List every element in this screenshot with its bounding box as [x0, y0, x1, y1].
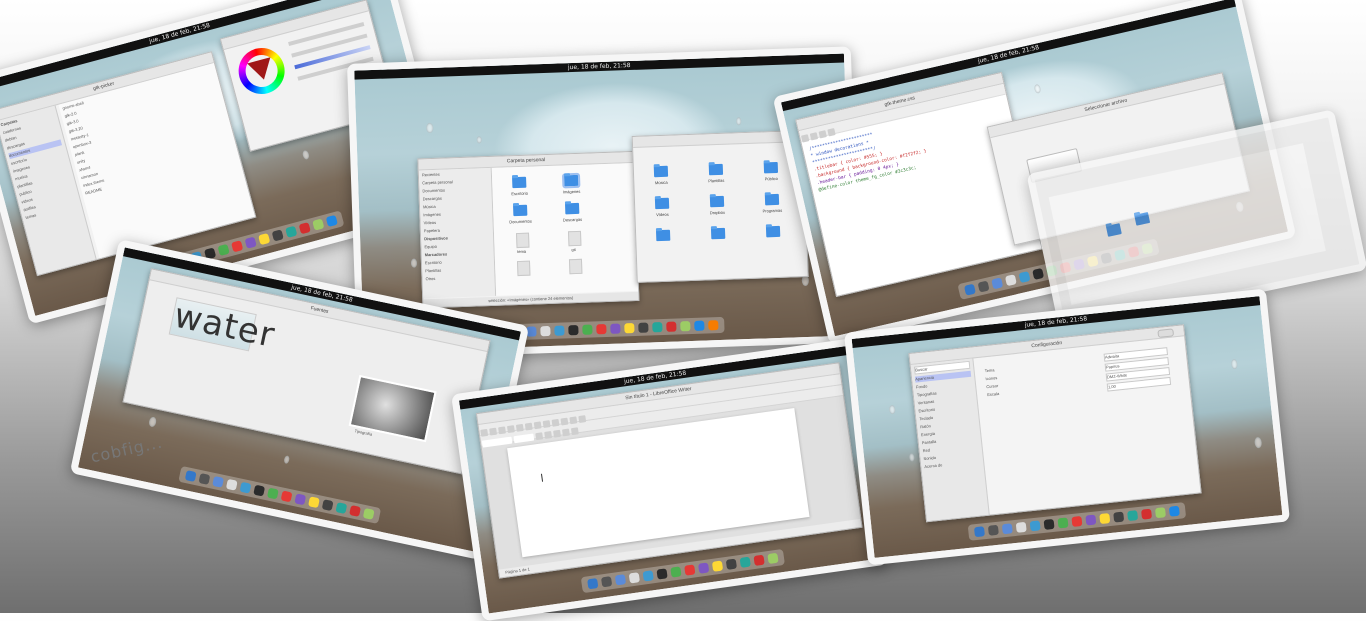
folder-label: Imágenes	[562, 188, 581, 195]
folder-label: Plantillas	[708, 177, 725, 184]
settings-window[interactable]: Configuración Buscar Apariencia Fondo Ti…	[908, 324, 1202, 523]
font-preview-word: water	[170, 295, 279, 356]
folder-icon[interactable]	[564, 202, 580, 215]
folder-label: Música	[654, 179, 668, 186]
folder-label: Escritorio	[511, 190, 529, 197]
folder-icon[interactable]	[764, 193, 780, 206]
file-icon[interactable]	[567, 230, 582, 247]
folder-label: Público	[764, 175, 778, 182]
toggle-switch[interactable]	[1157, 328, 1175, 338]
folder-label: Dropbox	[709, 209, 726, 216]
sidebar-item[interactable]: Descargas	[423, 194, 489, 202]
sidebar-item[interactable]: Papelera	[424, 226, 490, 234]
file-manager-window-2[interactable]: Música Plantillas Público Vídeos Dropbox…	[631, 129, 809, 283]
sidebar-item[interactable]: Escritorio	[425, 258, 491, 266]
folder-icon[interactable]	[653, 165, 669, 178]
file-manager-window[interactable]: Carpeta personal Recientes Carpeta perso…	[417, 150, 640, 309]
folder-icon[interactable]	[709, 195, 725, 208]
folder-icon[interactable]	[561, 172, 581, 189]
folder-icon[interactable]	[654, 197, 670, 210]
desktop-wallpaper: jue, 18 de feb, 21:58 Configuración Busc…	[851, 296, 1283, 558]
sidebar-item[interactable]: Vídeos	[423, 218, 489, 226]
file-label: tema	[517, 248, 527, 255]
sidebar-item[interactable]: Recientes	[422, 170, 488, 178]
sidebar-item[interactable]: Plantillas	[425, 266, 491, 274]
sidebar-heading: Dispositivos	[424, 235, 449, 242]
desktop-wallpaper: jue, 18 de feb, 21:58 Sin título 1 - Lib…	[458, 345, 881, 614]
folder-label: Vídeos	[656, 211, 669, 218]
folder-icon[interactable]	[655, 229, 671, 242]
folder-icon[interactable]	[708, 163, 724, 176]
folder-icon[interactable]	[513, 204, 528, 217]
folder-label: Descargas	[562, 216, 583, 223]
folder-label: Programas	[762, 207, 783, 214]
file-label: git	[571, 247, 576, 253]
sidebar-item[interactable]: Carpeta personal	[422, 178, 488, 186]
file-icon[interactable]	[515, 232, 530, 249]
folder-icon[interactable]	[710, 227, 726, 240]
dock	[177, 465, 381, 524]
folder-icon[interactable]	[765, 225, 781, 238]
file-icon[interactable]	[568, 258, 583, 275]
screenshot-card-settings: jue, 18 de feb, 21:58 Configuración Busc…	[843, 288, 1291, 566]
folder-icon[interactable]	[763, 161, 779, 174]
dialog-title: Seleccionar archivo	[987, 73, 1225, 139]
sidebar-item[interactable]: Equipo	[424, 242, 490, 250]
sidebar-heading: Marcadores	[424, 251, 448, 258]
sidebar-item[interactable]: Imágenes	[423, 210, 489, 218]
text-cursor	[540, 473, 544, 482]
file-icon[interactable]	[516, 260, 531, 277]
top-panel-clock: jue, 18 de feb, 21:58	[354, 53, 845, 80]
sidebar-item[interactable]: Otros	[425, 274, 491, 282]
sidebar-item[interactable]: Música	[423, 202, 489, 210]
sidebar-item[interactable]: Documentos	[422, 186, 488, 194]
folder-icon[interactable]	[512, 176, 527, 189]
color-wheel[interactable]	[233, 42, 290, 100]
folder-label: Documentos	[509, 218, 532, 225]
